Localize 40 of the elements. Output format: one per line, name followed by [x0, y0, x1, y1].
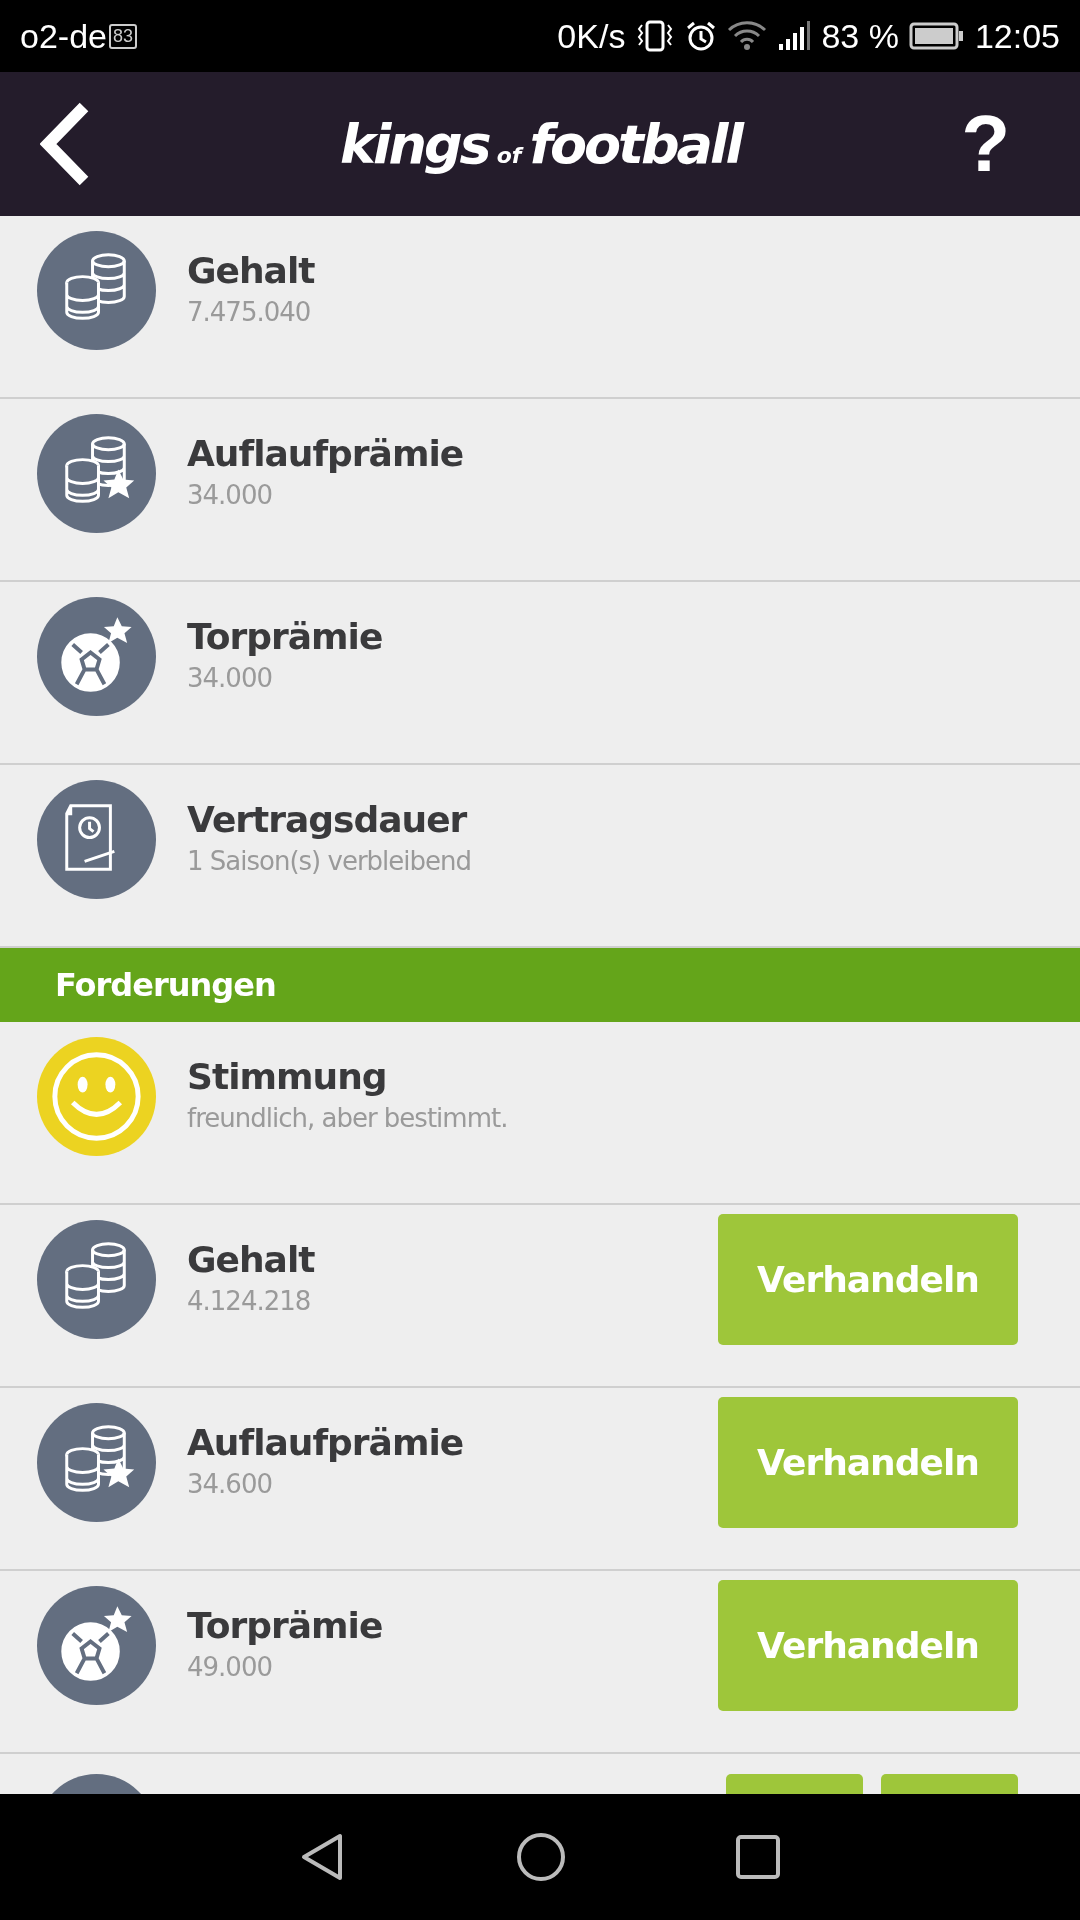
help-button[interactable]: ? [961, 98, 1010, 190]
section-title: Forderungen [55, 966, 276, 1004]
row-title: Stimmung [187, 1056, 388, 1097]
row-value: 4.124.218 [187, 1286, 312, 1316]
network-speed: 0K/s [557, 16, 626, 56]
recents-nav-icon[interactable] [736, 1835, 780, 1879]
row-title: Vertragsdauer [187, 799, 468, 840]
coins-icon [37, 231, 156, 350]
row-title: Gehalt [187, 1239, 316, 1280]
smiley-icon [37, 1037, 156, 1156]
row-value: 1 Saison(s) verbleibend [187, 846, 472, 876]
carrier-name: o2-de [20, 16, 107, 56]
document-clock-icon [37, 780, 156, 899]
notification-badge: 83 [108, 23, 137, 49]
row-value: freundlich, aber bestimmt. [187, 1103, 509, 1133]
signal-icon [777, 20, 812, 52]
row-value: 34.000 [187, 663, 273, 693]
home-nav-icon[interactable] [516, 1832, 566, 1882]
logo-text: of [496, 142, 522, 168]
negotiate-button[interactable]: Verhandeln [718, 1580, 1018, 1711]
row-value: 49.000 [187, 1652, 273, 1682]
logo-text: kings [340, 112, 489, 176]
alarm-icon [685, 20, 718, 52]
row-title: Torprämie [187, 616, 384, 657]
row-value: 34.600 [187, 1469, 273, 1499]
back-icon[interactable] [40, 101, 90, 187]
row-value: 7.475.040 [187, 297, 312, 327]
logo-text: football [529, 112, 742, 176]
wifi-icon [727, 20, 768, 52]
row-title: Torprämie [187, 1605, 384, 1646]
negotiate-button[interactable]: Verhandeln [718, 1397, 1018, 1528]
battery-percent: 83 % [821, 16, 899, 56]
row-title: Auflaufprämie [187, 433, 465, 474]
clock-time: 12:05 [974, 16, 1060, 56]
row-title: Gehalt [187, 250, 316, 291]
row-title: Auflaufprämie [187, 1422, 465, 1463]
row-value: 34.000 [187, 480, 273, 510]
battery-icon [908, 22, 965, 50]
coins-icon [37, 1220, 156, 1339]
negotiate-button[interactable]: Verhandeln [718, 1214, 1018, 1345]
